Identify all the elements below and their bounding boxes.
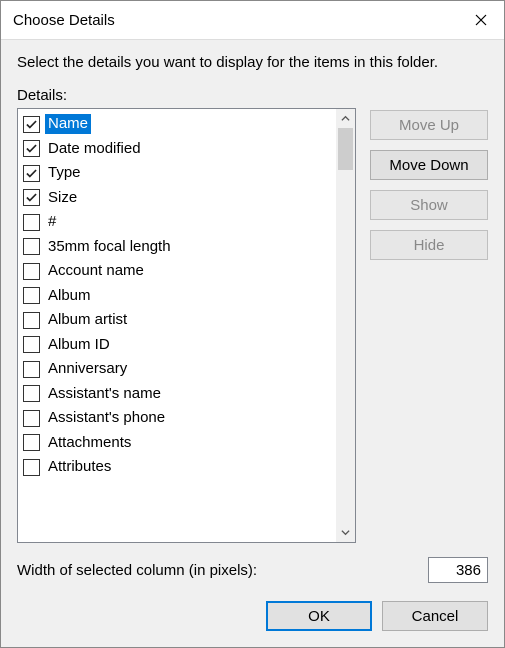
chevron-down-icon — [341, 528, 350, 537]
list-item[interactable]: # — [21, 210, 336, 235]
list-item[interactable]: Account name — [21, 259, 336, 284]
list-item-label: Album ID — [45, 335, 113, 355]
details-label: Details: — [17, 87, 488, 104]
list-item-label: # — [45, 212, 59, 232]
scroll-down-button[interactable] — [336, 523, 355, 542]
list-item-label: Account name — [45, 261, 147, 281]
list-item[interactable]: Album ID — [21, 333, 336, 358]
list-item-label: Type — [45, 163, 84, 183]
close-icon — [475, 14, 487, 26]
list-item-label: Date modified — [45, 139, 144, 159]
dialog-title: Choose Details — [13, 12, 458, 29]
checkbox[interactable] — [23, 410, 40, 427]
list-item[interactable]: Name — [21, 112, 336, 137]
checkbox[interactable] — [23, 238, 40, 255]
list-item-label: Size — [45, 188, 80, 208]
side-button-group: Move Up Move Down Show Hide — [370, 108, 488, 543]
checkbox[interactable] — [23, 312, 40, 329]
list-item-label: Album — [45, 286, 94, 306]
list-item-label: Anniversary — [45, 359, 130, 379]
width-row: Width of selected column (in pixels): — [17, 557, 488, 583]
checkbox[interactable] — [23, 336, 40, 353]
list-item-label: Attributes — [45, 457, 114, 477]
details-list-items: Name Date modified Type Size #35mm focal len… — [18, 109, 336, 542]
vertical-scrollbar[interactable] — [336, 109, 355, 542]
checkbox[interactable] — [23, 385, 40, 402]
list-item-label: 35mm focal length — [45, 237, 174, 257]
instruction-text: Select the details you want to display f… — [17, 54, 488, 71]
title-bar: Choose Details — [1, 1, 504, 40]
checkbox[interactable] — [23, 459, 40, 476]
move-up-button[interactable]: Move Up — [370, 110, 488, 140]
list-item[interactable]: Attributes — [21, 455, 336, 480]
checkbox[interactable] — [23, 287, 40, 304]
list-item[interactable]: Album — [21, 284, 336, 309]
list-item[interactable]: Date modified — [21, 137, 336, 162]
list-item[interactable]: 35mm focal length — [21, 235, 336, 260]
list-item[interactable]: Assistant's name — [21, 382, 336, 407]
list-item-label: Assistant's name — [45, 384, 164, 404]
ok-button[interactable]: OK — [266, 601, 372, 631]
checkbox[interactable] — [23, 140, 40, 157]
scrollbar-track[interactable] — [336, 128, 355, 523]
client-area: Select the details you want to display f… — [1, 40, 504, 647]
checkbox[interactable] — [23, 165, 40, 182]
close-button[interactable] — [458, 1, 504, 39]
list-item-label: Name — [45, 114, 91, 134]
hide-button[interactable]: Hide — [370, 230, 488, 260]
list-item-label: Attachments — [45, 433, 134, 453]
checkbox[interactable] — [23, 361, 40, 378]
list-item[interactable]: Size — [21, 186, 336, 211]
checkbox[interactable] — [23, 214, 40, 231]
checkbox[interactable] — [23, 116, 40, 133]
list-item-label: Album artist — [45, 310, 130, 330]
choose-details-dialog: Choose Details Select the details you wa… — [0, 0, 505, 648]
width-label: Width of selected column (in pixels): — [17, 562, 428, 579]
checkbox[interactable] — [23, 263, 40, 280]
checkbox[interactable] — [23, 189, 40, 206]
list-item[interactable]: Anniversary — [21, 357, 336, 382]
cancel-button[interactable]: Cancel — [382, 601, 488, 631]
dialog-footer: OK Cancel — [17, 601, 488, 631]
list-item[interactable]: Type — [21, 161, 336, 186]
scroll-up-button[interactable] — [336, 109, 355, 128]
checkbox[interactable] — [23, 434, 40, 451]
details-listbox[interactable]: Name Date modified Type Size #35mm focal len… — [17, 108, 356, 543]
chevron-up-icon — [341, 114, 350, 123]
details-pane: Name Date modified Type Size #35mm focal len… — [17, 108, 488, 543]
scrollbar-thumb[interactable] — [338, 128, 353, 170]
list-item[interactable]: Assistant's phone — [21, 406, 336, 431]
list-item-label: Assistant's phone — [45, 408, 168, 428]
show-button[interactable]: Show — [370, 190, 488, 220]
move-down-button[interactable]: Move Down — [370, 150, 488, 180]
width-input[interactable] — [428, 557, 488, 583]
list-item[interactable]: Album artist — [21, 308, 336, 333]
list-item[interactable]: Attachments — [21, 431, 336, 456]
